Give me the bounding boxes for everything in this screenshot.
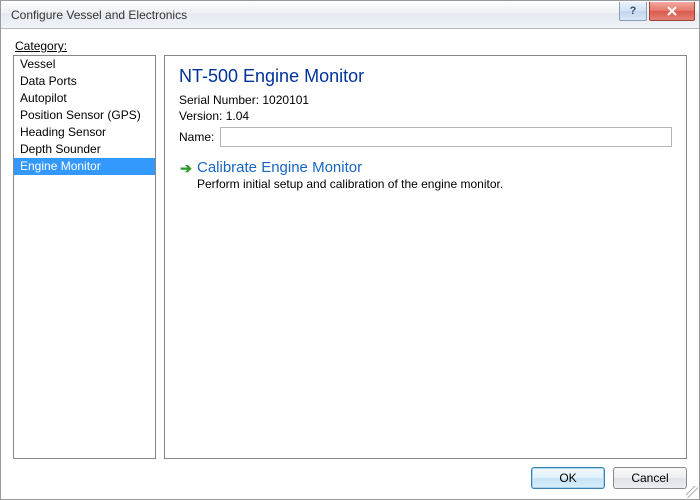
name-input[interactable] — [220, 127, 672, 147]
ok-button[interactable]: OK — [531, 467, 605, 489]
category-label: Category: — [15, 39, 687, 53]
arrow-right-icon: ➔ — [179, 159, 193, 177]
list-item[interactable]: Autopilot — [14, 90, 155, 107]
list-item[interactable]: Engine Monitor — [14, 158, 155, 175]
resize-grip[interactable] — [686, 486, 698, 498]
list-item[interactable]: Heading Sensor — [14, 124, 155, 141]
window-controls — [617, 2, 695, 22]
serial-value: 1020101 — [262, 93, 309, 107]
window-title: Configure Vessel and Electronics — [11, 8, 617, 22]
dialog-content: Category: Vessel Data Ports Autopilot Po… — [1, 29, 699, 499]
calibrate-link[interactable]: Calibrate Engine Monitor — [197, 159, 672, 176]
calibrate-description: Perform initial setup and calibration of… — [197, 177, 672, 191]
version-row: Version: 1.04 — [179, 109, 672, 123]
list-item[interactable]: Position Sensor (GPS) — [14, 107, 155, 124]
serial-label: Serial Number: — [179, 93, 259, 107]
dialog-footer: OK Cancel — [13, 459, 687, 489]
help-button[interactable] — [619, 2, 647, 21]
calibrate-action: ➔ Calibrate Engine Monitor Perform initi… — [179, 159, 672, 191]
close-icon — [666, 6, 678, 16]
name-label: Name: — [179, 130, 214, 144]
titlebar: Configure Vessel and Electronics — [1, 1, 699, 29]
list-item[interactable]: Data Ports — [14, 73, 155, 90]
cancel-button[interactable]: Cancel — [613, 467, 687, 489]
version-value: 1.04 — [226, 109, 249, 123]
close-button[interactable] — [649, 2, 695, 21]
name-row: Name: — [179, 127, 672, 147]
serial-row: Serial Number: 1020101 — [179, 93, 672, 107]
detail-panel: NT-500 Engine Monitor Serial Number: 102… — [164, 55, 687, 459]
device-title: NT-500 Engine Monitor — [179, 66, 672, 87]
list-item[interactable]: Depth Sounder — [14, 141, 155, 158]
list-item[interactable]: Vessel — [14, 56, 155, 73]
category-listbox[interactable]: Vessel Data Ports Autopilot Position Sen… — [13, 55, 156, 459]
version-label: Version: — [179, 109, 222, 123]
